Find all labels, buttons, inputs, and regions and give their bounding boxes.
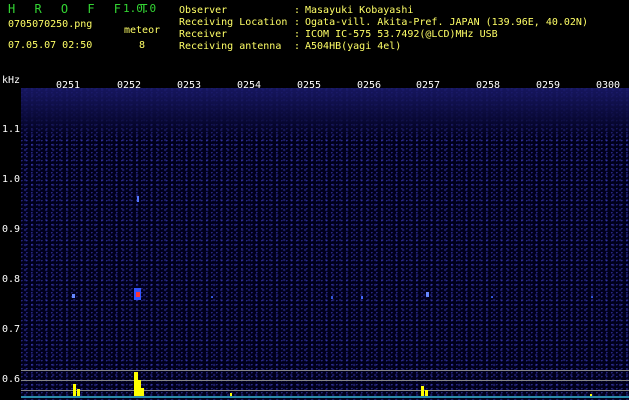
meteor-echo xyxy=(136,292,140,297)
datetime: 07.05.07 02:50 xyxy=(8,40,93,51)
freq-unit-label: kHz xyxy=(2,75,21,86)
meteor-echo xyxy=(137,196,139,202)
meteor-echo xyxy=(426,292,429,297)
receiver-key: Receiver xyxy=(179,29,228,40)
spectrogram xyxy=(21,88,629,400)
meteor-label: meteor xyxy=(124,25,161,36)
freq-tick: 0.9 xyxy=(2,224,21,235)
observer-value: Masayuki Kobayashi xyxy=(305,5,414,16)
meteor-count: 8 xyxy=(139,40,146,51)
freq-tick: 1.0 xyxy=(2,174,21,185)
location-value: Ogata-vill. Akita-Pref. JAPAN (139.96E, … xyxy=(305,17,588,28)
receiver-colon: : xyxy=(294,29,301,40)
level-ref-line xyxy=(21,380,629,381)
antenna-key: Receiving antenna xyxy=(179,41,282,52)
app-version: 1.0.0 xyxy=(123,2,157,15)
freq-tick: 0.8 xyxy=(2,274,21,285)
file-name: 0705070250.png xyxy=(8,19,93,30)
noise-band xyxy=(21,88,629,140)
meteor-echo xyxy=(591,296,593,298)
meteor-echo xyxy=(361,296,363,299)
location-key: Receiving Location xyxy=(179,17,288,28)
meteor-echo xyxy=(211,296,213,298)
level-ref-line xyxy=(21,390,629,391)
freq-tick: 0.6 xyxy=(2,374,21,385)
antenna-value: A504HB(yagi 4el) xyxy=(305,41,402,52)
freq-tick: 0.7 xyxy=(2,324,21,335)
meteor-echo xyxy=(72,294,75,298)
meteor-echo xyxy=(491,296,493,298)
level-ref-line xyxy=(21,370,629,371)
level-baseline xyxy=(21,396,629,398)
location-colon: : xyxy=(294,17,301,28)
observer-key: Observer xyxy=(179,5,228,16)
antenna-colon: : xyxy=(294,41,301,52)
observer-colon: : xyxy=(294,5,301,16)
receiver-value: ICOM IC-575 53.7492(@LCD)MHz USB xyxy=(305,29,498,40)
meteor-echo xyxy=(331,296,333,299)
freq-tick: 1.1 xyxy=(2,124,21,135)
